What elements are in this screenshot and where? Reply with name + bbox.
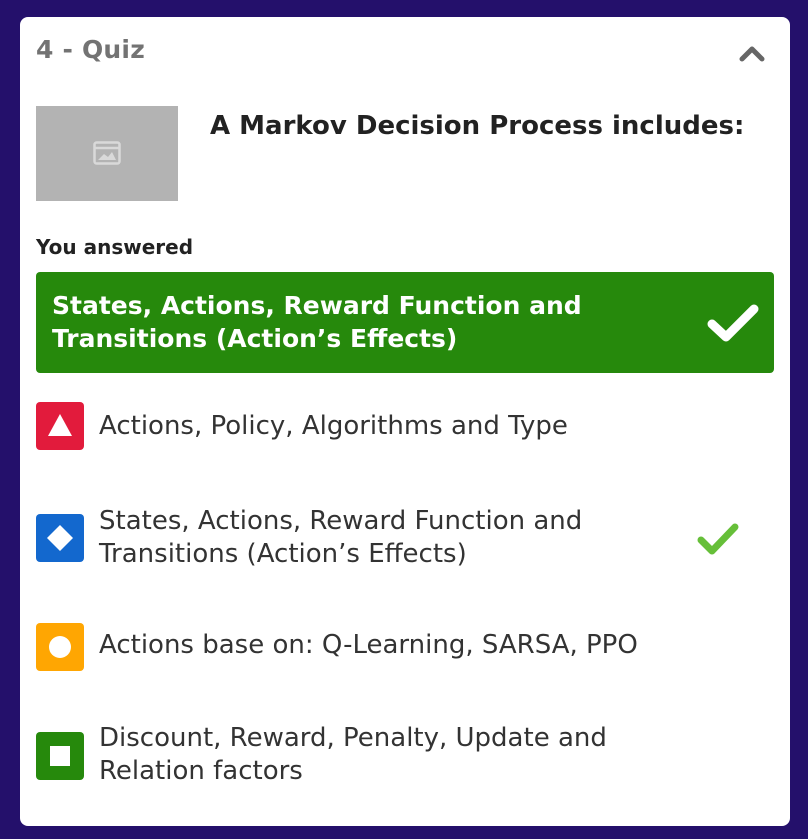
quiz-card: 4 - Quiz A Markov Decision Process inclu…	[20, 17, 790, 826]
circle-icon	[36, 623, 84, 671]
quiz-title: 4 - Quiz	[36, 35, 145, 64]
answer-option-1[interactable]: Actions, Policy, Algorithms and Type	[36, 402, 774, 454]
check-icon	[707, 304, 759, 342]
square-icon	[36, 732, 84, 780]
answer-option-2-text: States, Actions, Reward Function and Tra…	[99, 506, 583, 569]
answer-option-3[interactable]: Actions base on: Q-Learning, SARSA, PPO	[36, 623, 774, 671]
question-image	[36, 106, 178, 201]
answer-option-1-text: Actions, Policy, Algorithms and Type	[99, 411, 568, 441]
diamond-icon	[36, 514, 84, 562]
image-placeholder-icon	[93, 141, 121, 165]
question-text: A Markov Decision Process includes:	[210, 111, 745, 141]
answer-option-4[interactable]: Discount, Reward, Penalty, Update and Re…	[36, 718, 774, 790]
answer-option-3-text: Actions base on: Q-Learning, SARSA, PPO	[99, 630, 638, 660]
selected-answer[interactable]: States, Actions, Reward Function and Tra…	[36, 272, 774, 373]
selected-answer-text: States, Actions, Reward Function and Tra…	[52, 291, 582, 353]
answer-option-2[interactable]: States, Actions, Reward Function and Tra…	[36, 501, 774, 573]
chevron-up-icon[interactable]	[738, 39, 766, 67]
correct-check-icon	[697, 523, 739, 555]
triangle-icon	[36, 402, 84, 450]
quiz-header[interactable]: 4 - Quiz	[36, 35, 770, 69]
answer-option-4-text: Discount, Reward, Penalty, Update and Re…	[99, 723, 607, 786]
you-answered-label: You answered	[36, 235, 194, 259]
